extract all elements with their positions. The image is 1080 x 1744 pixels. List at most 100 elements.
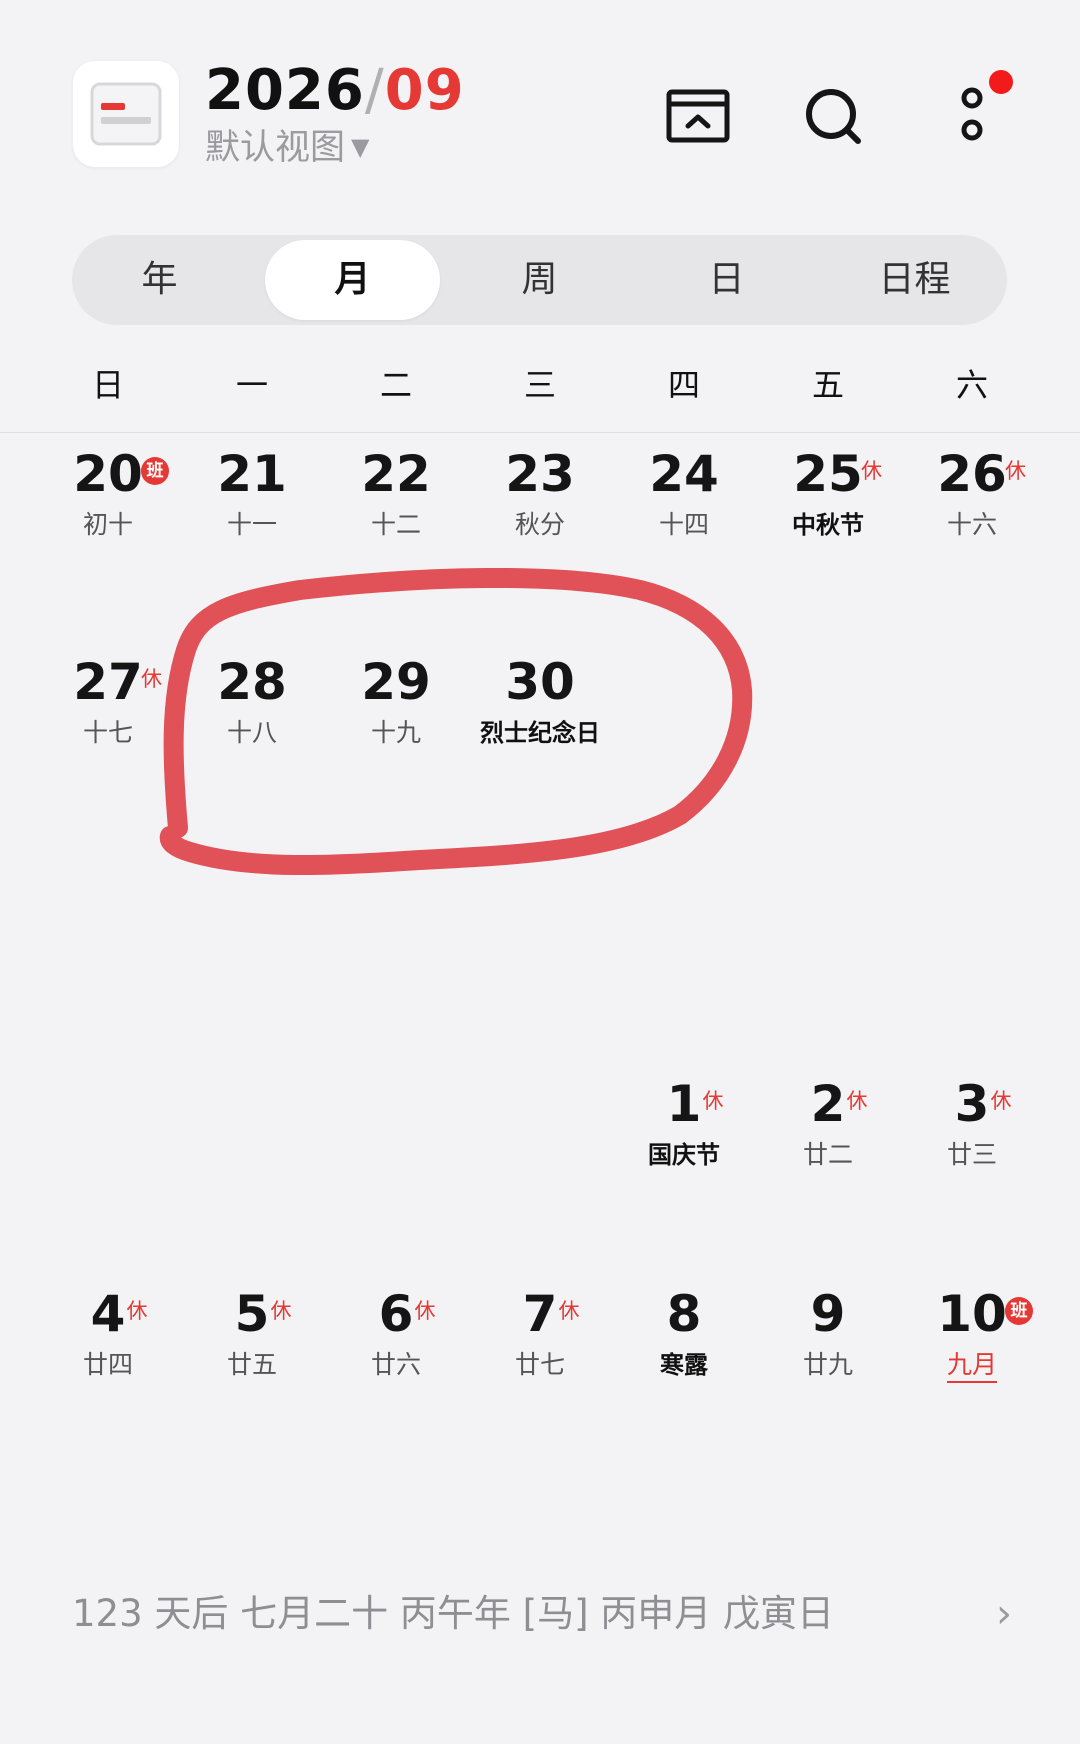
day-number: 1 — [666, 1075, 702, 1133]
holiday-badge: 休 — [990, 1089, 1012, 1113]
lunar-info-bar[interactable]: 123 天后 七月二十 丙午年 [马] 丙申月 戊寅日 › — [72, 1588, 1012, 1640]
day-cell[interactable]: 27 休十七 — [36, 651, 180, 771]
header: 2026/09 默认视图 ▼ — [0, 0, 1080, 220]
day-cell[interactable]: 23 秋分 — [468, 443, 612, 563]
day-cell[interactable]: 1 休国庆节 — [612, 1073, 756, 1193]
day-cell[interactable]: 8 寒露 — [612, 1283, 756, 1403]
lunar-date: 十九 — [370, 718, 421, 747]
holiday-label: 中秋节 — [792, 511, 864, 539]
day-number: 9 — [810, 1285, 846, 1343]
current-month-title[interactable]: 2026/09 — [205, 56, 465, 126]
day-cell[interactable]: 2 休廿二 — [756, 1073, 900, 1193]
weekday-tue: 二 — [379, 366, 412, 404]
calendar-app-icon — [90, 82, 162, 146]
day-cell[interactable]: 29 十九 — [324, 651, 468, 771]
tab-week[interactable]: 周 — [452, 240, 627, 320]
holiday-badge: 休 — [141, 667, 162, 691]
view-label: 默认视图 — [205, 128, 346, 168]
caret-down-icon: ▼ — [351, 133, 370, 161]
holiday-badge: 休 — [702, 1089, 724, 1113]
holiday-badge: 休 — [861, 459, 882, 483]
day-number: 2 — [810, 1075, 846, 1133]
weekday-thu: 四 — [667, 366, 700, 404]
lunar-info-text: 123 天后 七月二十 丙午年 [马] 丙申月 戊寅日 — [72, 1592, 835, 1635]
holiday-badge: 休 — [270, 1299, 292, 1323]
day-cell[interactable]: 28 十八 — [180, 651, 324, 771]
day-cell[interactable]: 25 休中秋节 — [756, 443, 900, 563]
workday-badge: 班 — [1005, 1297, 1033, 1325]
weekday-header: 日 一 二 三 四 五 六 — [0, 360, 1080, 410]
day-cell[interactable]: 22 十二 — [324, 443, 468, 563]
day-number: 3 — [954, 1075, 990, 1133]
weekday-fri: 五 — [811, 366, 844, 404]
lunar-date: 廿五 — [226, 1350, 277, 1379]
day-cell[interactable]: 30 烈士纪念日 — [468, 651, 612, 771]
lunar-month-label: 九月 — [946, 1350, 997, 1383]
day-number: 5 — [234, 1285, 270, 1343]
holiday-label: 烈士纪念日 — [480, 719, 600, 747]
holiday-label: 寒露 — [660, 1351, 708, 1379]
day-cell[interactable]: 24 十四 — [612, 443, 756, 563]
date-separator: / — [364, 58, 385, 123]
day-cell[interactable]: 5 休廿五 — [180, 1283, 324, 1403]
lunar-date: 廿七 — [514, 1350, 565, 1379]
day-cell[interactable]: 4 休廿四 — [36, 1283, 180, 1403]
day-number: 6 — [378, 1285, 414, 1343]
holiday-badge: 休 — [558, 1299, 580, 1323]
day-cell[interactable]: 10 班九月 — [900, 1283, 1044, 1403]
holiday-badge: 休 — [126, 1299, 148, 1323]
weekday-mon: 一 — [235, 366, 268, 404]
lunar-date: 九月 — [900, 1349, 1044, 1383]
day-number: 8 — [666, 1285, 702, 1343]
day-cell[interactable]: 21 十一 — [180, 443, 324, 563]
day-number: 29 — [361, 653, 431, 711]
view-selector[interactable]: 默认视图 ▼ — [205, 124, 369, 171]
day-number: 22 — [361, 445, 431, 503]
search-button[interactable] — [796, 78, 872, 154]
day-number: 23 — [505, 445, 575, 503]
day-number: 4 — [90, 1285, 126, 1343]
day-cell[interactable]: 9 廿九 — [756, 1283, 900, 1403]
day-cell[interactable]: 7 休廿七 — [468, 1283, 612, 1403]
day-cell[interactable]: 3 休廿三 — [900, 1073, 1044, 1193]
holiday-badge: 休 — [414, 1299, 436, 1323]
lunar-date: 廿六 — [370, 1350, 421, 1379]
lunar-date: 十二 — [370, 510, 421, 539]
lunar-date: 廿九 — [802, 1350, 853, 1379]
lunar-date: 廿三 — [946, 1140, 997, 1169]
holiday-label: 国庆节 — [648, 1141, 720, 1169]
month-grid: 20 班初十 21 十一 22 十二 23 秋分 24 十四 25 休中秋节 26 休十六 27 休十七 28 十… — [0, 433, 1080, 1533]
tab-month[interactable]: 月 — [265, 240, 440, 320]
notification-dot — [989, 70, 1013, 94]
day-number: 24 — [649, 445, 719, 503]
day-number: 21 — [217, 445, 287, 503]
lunar-date: 廿四 — [82, 1350, 133, 1379]
lunar-date: 廿二 — [802, 1140, 853, 1169]
weekday-wed: 三 — [523, 366, 556, 404]
tab-schedule[interactable]: 日程 — [827, 240, 1002, 320]
holiday-badge: 休 — [1005, 459, 1026, 483]
month-text: 09 — [384, 58, 465, 123]
lunar-date: 秋分 — [514, 510, 565, 539]
day-cell[interactable]: 26 休十六 — [900, 443, 1044, 563]
lunar-date: 十一 — [226, 510, 277, 539]
inbox-button[interactable] — [660, 78, 736, 154]
chevron-right-icon: › — [996, 1591, 1012, 1637]
weekday-sat: 六 — [955, 366, 988, 404]
day-cell[interactable]: 6 休廿六 — [324, 1283, 468, 1403]
calendar-app-icon[interactable] — [73, 61, 179, 167]
year-text: 2026 — [205, 58, 365, 123]
day-number: 7 — [522, 1285, 558, 1343]
lunar-date: 十八 — [226, 718, 277, 747]
day-cell[interactable]: 20 班初十 — [36, 443, 180, 563]
view-tabs: 年 月 周 日 日程 — [72, 235, 1007, 325]
tab-day[interactable]: 日 — [639, 240, 814, 320]
tab-year[interactable]: 年 — [72, 240, 247, 320]
lunar-date: 初十 — [82, 510, 133, 539]
day-number: 28 — [217, 653, 287, 711]
search-icon — [806, 89, 861, 144]
day-number: 30 — [505, 653, 575, 711]
holiday-badge: 休 — [846, 1089, 868, 1113]
lunar-date: 十四 — [658, 510, 709, 539]
inbox-icon — [666, 89, 730, 143]
